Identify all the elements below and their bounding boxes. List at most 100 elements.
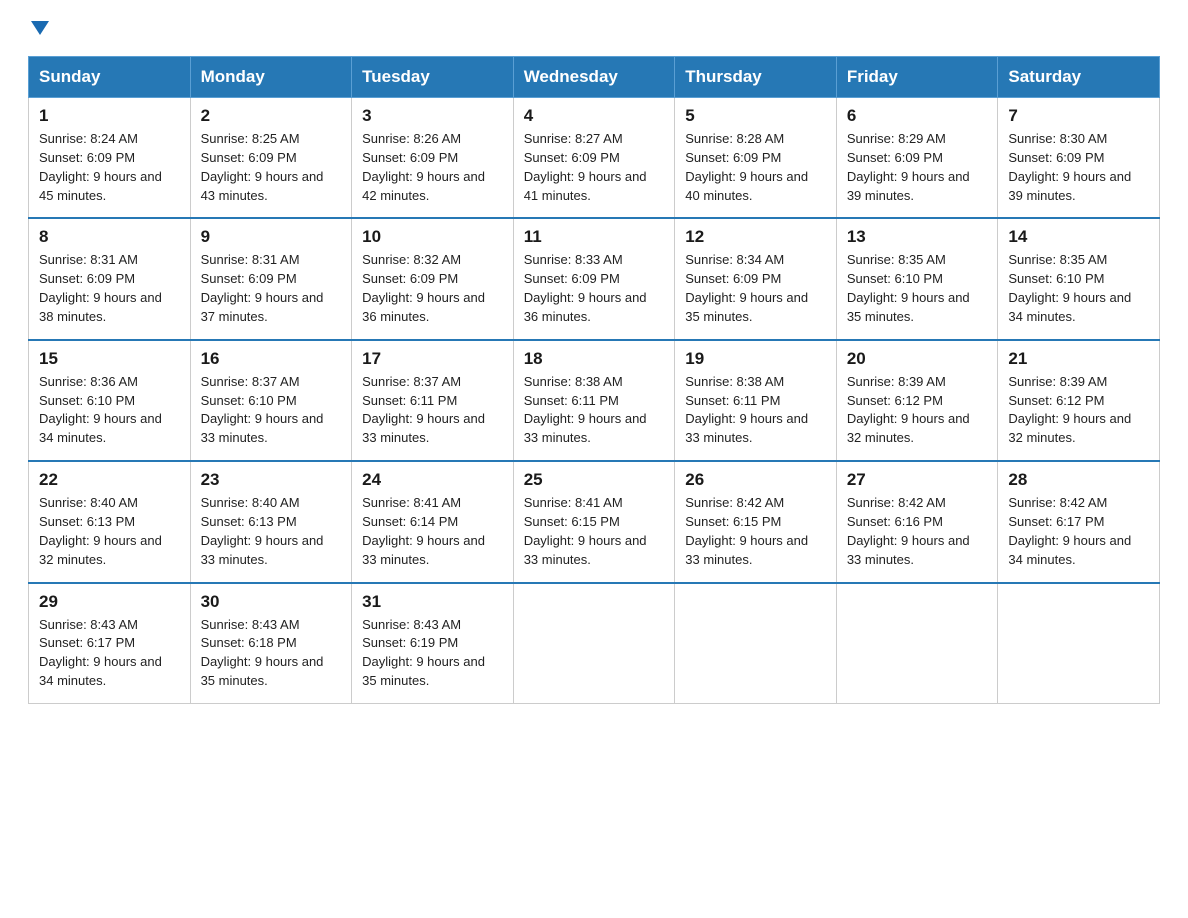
header-cell-tuesday: Tuesday <box>352 57 514 98</box>
day-number: 18 <box>524 349 665 369</box>
calendar-cell: 7 Sunrise: 8:30 AMSunset: 6:09 PMDayligh… <box>998 98 1160 219</box>
calendar-cell: 24 Sunrise: 8:41 AMSunset: 6:14 PMDaylig… <box>352 461 514 582</box>
day-number: 7 <box>1008 106 1149 126</box>
calendar-cell: 11 Sunrise: 8:33 AMSunset: 6:09 PMDaylig… <box>513 218 675 339</box>
day-number: 23 <box>201 470 342 490</box>
day-number: 22 <box>39 470 180 490</box>
calendar-cell: 2 Sunrise: 8:25 AMSunset: 6:09 PMDayligh… <box>190 98 352 219</box>
day-number: 12 <box>685 227 826 247</box>
calendar-table: SundayMondayTuesdayWednesdayThursdayFrid… <box>28 56 1160 704</box>
day-info: Sunrise: 8:39 AMSunset: 6:12 PMDaylight:… <box>1008 374 1131 446</box>
day-info: Sunrise: 8:35 AMSunset: 6:10 PMDaylight:… <box>847 252 970 324</box>
header-row: SundayMondayTuesdayWednesdayThursdayFrid… <box>29 57 1160 98</box>
calendar-cell: 28 Sunrise: 8:42 AMSunset: 6:17 PMDaylig… <box>998 461 1160 582</box>
day-number: 28 <box>1008 470 1149 490</box>
calendar-cell: 27 Sunrise: 8:42 AMSunset: 6:16 PMDaylig… <box>836 461 998 582</box>
header-cell-monday: Monday <box>190 57 352 98</box>
day-info: Sunrise: 8:37 AMSunset: 6:10 PMDaylight:… <box>201 374 324 446</box>
day-number: 8 <box>39 227 180 247</box>
header-cell-thursday: Thursday <box>675 57 837 98</box>
calendar-cell: 22 Sunrise: 8:40 AMSunset: 6:13 PMDaylig… <box>29 461 191 582</box>
calendar-cell: 26 Sunrise: 8:42 AMSunset: 6:15 PMDaylig… <box>675 461 837 582</box>
day-number: 31 <box>362 592 503 612</box>
day-info: Sunrise: 8:42 AMSunset: 6:17 PMDaylight:… <box>1008 495 1131 567</box>
day-number: 9 <box>201 227 342 247</box>
calendar-cell: 30 Sunrise: 8:43 AMSunset: 6:18 PMDaylig… <box>190 583 352 704</box>
day-number: 30 <box>201 592 342 612</box>
calendar-cell: 20 Sunrise: 8:39 AMSunset: 6:12 PMDaylig… <box>836 340 998 461</box>
header-cell-sunday: Sunday <box>29 57 191 98</box>
day-number: 24 <box>362 470 503 490</box>
calendar-cell: 5 Sunrise: 8:28 AMSunset: 6:09 PMDayligh… <box>675 98 837 219</box>
calendar-cell: 6 Sunrise: 8:29 AMSunset: 6:09 PMDayligh… <box>836 98 998 219</box>
page-header <box>28 24 1160 38</box>
day-info: Sunrise: 8:43 AMSunset: 6:19 PMDaylight:… <box>362 617 485 689</box>
calendar-cell: 12 Sunrise: 8:34 AMSunset: 6:09 PMDaylig… <box>675 218 837 339</box>
day-number: 11 <box>524 227 665 247</box>
logo <box>28 24 49 38</box>
day-info: Sunrise: 8:40 AMSunset: 6:13 PMDaylight:… <box>201 495 324 567</box>
calendar-week-3: 15 Sunrise: 8:36 AMSunset: 6:10 PMDaylig… <box>29 340 1160 461</box>
calendar-cell: 10 Sunrise: 8:32 AMSunset: 6:09 PMDaylig… <box>352 218 514 339</box>
day-number: 26 <box>685 470 826 490</box>
calendar-cell: 3 Sunrise: 8:26 AMSunset: 6:09 PMDayligh… <box>352 98 514 219</box>
day-number: 21 <box>1008 349 1149 369</box>
day-number: 10 <box>362 227 503 247</box>
day-number: 15 <box>39 349 180 369</box>
calendar-cell: 9 Sunrise: 8:31 AMSunset: 6:09 PMDayligh… <box>190 218 352 339</box>
day-info: Sunrise: 8:32 AMSunset: 6:09 PMDaylight:… <box>362 252 485 324</box>
day-number: 29 <box>39 592 180 612</box>
day-info: Sunrise: 8:42 AMSunset: 6:16 PMDaylight:… <box>847 495 970 567</box>
day-info: Sunrise: 8:29 AMSunset: 6:09 PMDaylight:… <box>847 131 970 203</box>
day-number: 20 <box>847 349 988 369</box>
day-info: Sunrise: 8:40 AMSunset: 6:13 PMDaylight:… <box>39 495 162 567</box>
day-number: 14 <box>1008 227 1149 247</box>
day-info: Sunrise: 8:39 AMSunset: 6:12 PMDaylight:… <box>847 374 970 446</box>
day-info: Sunrise: 8:38 AMSunset: 6:11 PMDaylight:… <box>524 374 647 446</box>
day-number: 1 <box>39 106 180 126</box>
calendar-cell: 25 Sunrise: 8:41 AMSunset: 6:15 PMDaylig… <box>513 461 675 582</box>
day-info: Sunrise: 8:28 AMSunset: 6:09 PMDaylight:… <box>685 131 808 203</box>
calendar-cell: 1 Sunrise: 8:24 AMSunset: 6:09 PMDayligh… <box>29 98 191 219</box>
day-info: Sunrise: 8:43 AMSunset: 6:17 PMDaylight:… <box>39 617 162 689</box>
calendar-cell: 16 Sunrise: 8:37 AMSunset: 6:10 PMDaylig… <box>190 340 352 461</box>
calendar-cell: 8 Sunrise: 8:31 AMSunset: 6:09 PMDayligh… <box>29 218 191 339</box>
day-info: Sunrise: 8:33 AMSunset: 6:09 PMDaylight:… <box>524 252 647 324</box>
day-number: 13 <box>847 227 988 247</box>
day-info: Sunrise: 8:26 AMSunset: 6:09 PMDaylight:… <box>362 131 485 203</box>
calendar-week-2: 8 Sunrise: 8:31 AMSunset: 6:09 PMDayligh… <box>29 218 1160 339</box>
calendar-cell: 29 Sunrise: 8:43 AMSunset: 6:17 PMDaylig… <box>29 583 191 704</box>
calendar-cell: 17 Sunrise: 8:37 AMSunset: 6:11 PMDaylig… <box>352 340 514 461</box>
day-info: Sunrise: 8:36 AMSunset: 6:10 PMDaylight:… <box>39 374 162 446</box>
day-number: 2 <box>201 106 342 126</box>
day-number: 6 <box>847 106 988 126</box>
calendar-cell <box>836 583 998 704</box>
calendar-cell <box>998 583 1160 704</box>
day-info: Sunrise: 8:35 AMSunset: 6:10 PMDaylight:… <box>1008 252 1131 324</box>
calendar-week-1: 1 Sunrise: 8:24 AMSunset: 6:09 PMDayligh… <box>29 98 1160 219</box>
calendar-cell: 23 Sunrise: 8:40 AMSunset: 6:13 PMDaylig… <box>190 461 352 582</box>
day-number: 25 <box>524 470 665 490</box>
day-info: Sunrise: 8:42 AMSunset: 6:15 PMDaylight:… <box>685 495 808 567</box>
day-info: Sunrise: 8:25 AMSunset: 6:09 PMDaylight:… <box>201 131 324 203</box>
calendar-cell <box>675 583 837 704</box>
day-info: Sunrise: 8:27 AMSunset: 6:09 PMDaylight:… <box>524 131 647 203</box>
calendar-cell: 14 Sunrise: 8:35 AMSunset: 6:10 PMDaylig… <box>998 218 1160 339</box>
calendar-cell: 15 Sunrise: 8:36 AMSunset: 6:10 PMDaylig… <box>29 340 191 461</box>
calendar-cell <box>513 583 675 704</box>
day-number: 16 <box>201 349 342 369</box>
day-info: Sunrise: 8:38 AMSunset: 6:11 PMDaylight:… <box>685 374 808 446</box>
calendar-week-4: 22 Sunrise: 8:40 AMSunset: 6:13 PMDaylig… <box>29 461 1160 582</box>
header-cell-saturday: Saturday <box>998 57 1160 98</box>
calendar-cell: 13 Sunrise: 8:35 AMSunset: 6:10 PMDaylig… <box>836 218 998 339</box>
day-number: 19 <box>685 349 826 369</box>
calendar-cell: 4 Sunrise: 8:27 AMSunset: 6:09 PMDayligh… <box>513 98 675 219</box>
day-number: 3 <box>362 106 503 126</box>
day-number: 27 <box>847 470 988 490</box>
day-number: 5 <box>685 106 826 126</box>
calendar-cell: 19 Sunrise: 8:38 AMSunset: 6:11 PMDaylig… <box>675 340 837 461</box>
calendar-cell: 18 Sunrise: 8:38 AMSunset: 6:11 PMDaylig… <box>513 340 675 461</box>
day-number: 17 <box>362 349 503 369</box>
day-info: Sunrise: 8:41 AMSunset: 6:14 PMDaylight:… <box>362 495 485 567</box>
day-info: Sunrise: 8:30 AMSunset: 6:09 PMDaylight:… <box>1008 131 1131 203</box>
